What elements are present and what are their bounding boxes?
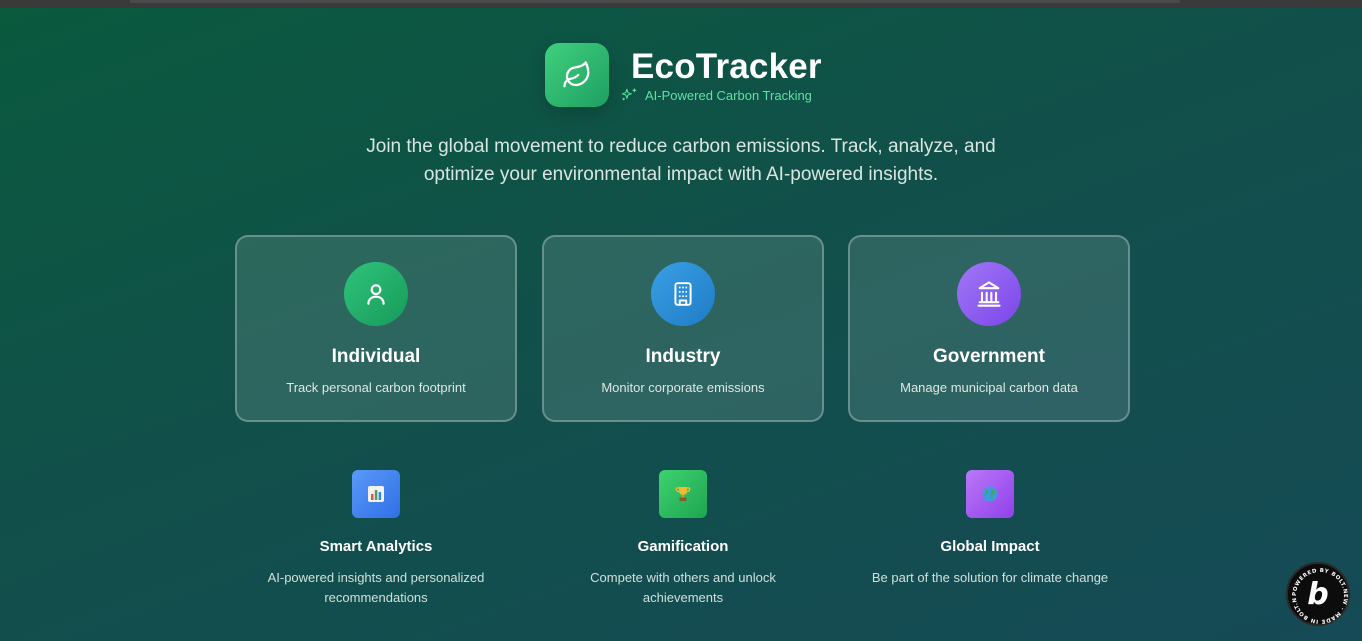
card-description: Track personal carbon footprint <box>286 380 466 395</box>
browser-top-strip-inner <box>130 0 1180 3</box>
leaf-icon <box>563 61 590 88</box>
feature-description-line: recommendations <box>324 590 428 605</box>
svg-text:POWERED BY BOLT.NEW · MADE IN: POWERED BY BOLT.NEW · MADE IN BOLT.NEW · <box>1288 564 1348 624</box>
card-description: Manage municipal carbon data <box>900 380 1078 395</box>
card-industry[interactable]: Industry Monitor corporate emissions <box>542 235 824 422</box>
tagline: Join the global movement to reduce carbo… <box>331 133 1031 189</box>
user-icon <box>367 284 385 305</box>
tagline-line-1: Join the global movement to reduce carbo… <box>366 136 996 157</box>
feature-title: Gamification <box>637 538 729 555</box>
bolt-badge-ring: POWERED BY BOLT.NEW · MADE IN BOLT.NEW · <box>1288 564 1348 624</box>
brand-subtitle-row: AI-Powered Carbon Tracking <box>621 86 812 104</box>
card-title: Government <box>933 346 1045 367</box>
trophy-emoji-icon <box>675 487 691 501</box>
sparkles-icon <box>621 88 637 101</box>
globe-emoji-icon <box>982 486 998 502</box>
feature-description-line: Be part of the solution for climate chan… <box>871 570 1109 585</box>
feature-description: Compete with others and unlock achieveme… <box>533 568 833 608</box>
browser-top-strip <box>0 0 1362 8</box>
card-industry-icon-circle <box>651 262 715 326</box>
card-title: Industry <box>645 346 721 367</box>
brand-title: EcoTracker <box>631 47 822 86</box>
card-government[interactable]: Government Manage municipal carbon data <box>848 235 1130 422</box>
logo <box>545 43 609 107</box>
brand-subtitle: AI-Powered Carbon Tracking <box>645 87 812 103</box>
feature-icon-box <box>659 470 707 518</box>
building-icon <box>674 282 692 306</box>
feature-smart-analytics: Smart Analytics AI-powered insights and … <box>226 470 526 608</box>
bar-chart-emoji-icon <box>368 486 384 502</box>
bolt-badge-ring-text: POWERED BY BOLT.NEW · MADE IN BOLT.NEW · <box>1288 564 1347 624</box>
feature-global-impact: Global Impact Be part of the solution fo… <box>840 470 1140 588</box>
landmark-icon <box>977 281 1001 307</box>
feature-description-line: achievements <box>642 590 724 605</box>
card-individual-icon-circle <box>344 262 408 326</box>
feature-description: Be part of the solution for climate chan… <box>840 568 1140 588</box>
feature-title: Global Impact <box>940 538 1040 555</box>
feature-title: Smart Analytics <box>319 538 433 555</box>
card-description: Monitor corporate emissions <box>601 380 765 395</box>
feature-icon-box <box>966 470 1014 518</box>
feature-icon-box <box>352 470 400 518</box>
feature-gamification: Gamification Compete with others and unl… <box>533 470 833 608</box>
feature-description: AI-powered insights and personalized rec… <box>226 568 526 608</box>
feature-description-line: AI-powered insights and personalized <box>267 570 485 585</box>
card-title: Individual <box>331 346 421 367</box>
tagline-line-2: optimize your environmental impact with … <box>423 164 939 185</box>
card-individual[interactable]: Individual Track personal carbon footpri… <box>235 235 517 422</box>
card-government-icon-circle <box>957 262 1021 326</box>
feature-description-line: Compete with others and unlock <box>590 570 776 585</box>
bolt-badge[interactable]: POWERED BY BOLT.NEW · MADE IN BOLT.NEW ·… <box>1286 562 1350 626</box>
